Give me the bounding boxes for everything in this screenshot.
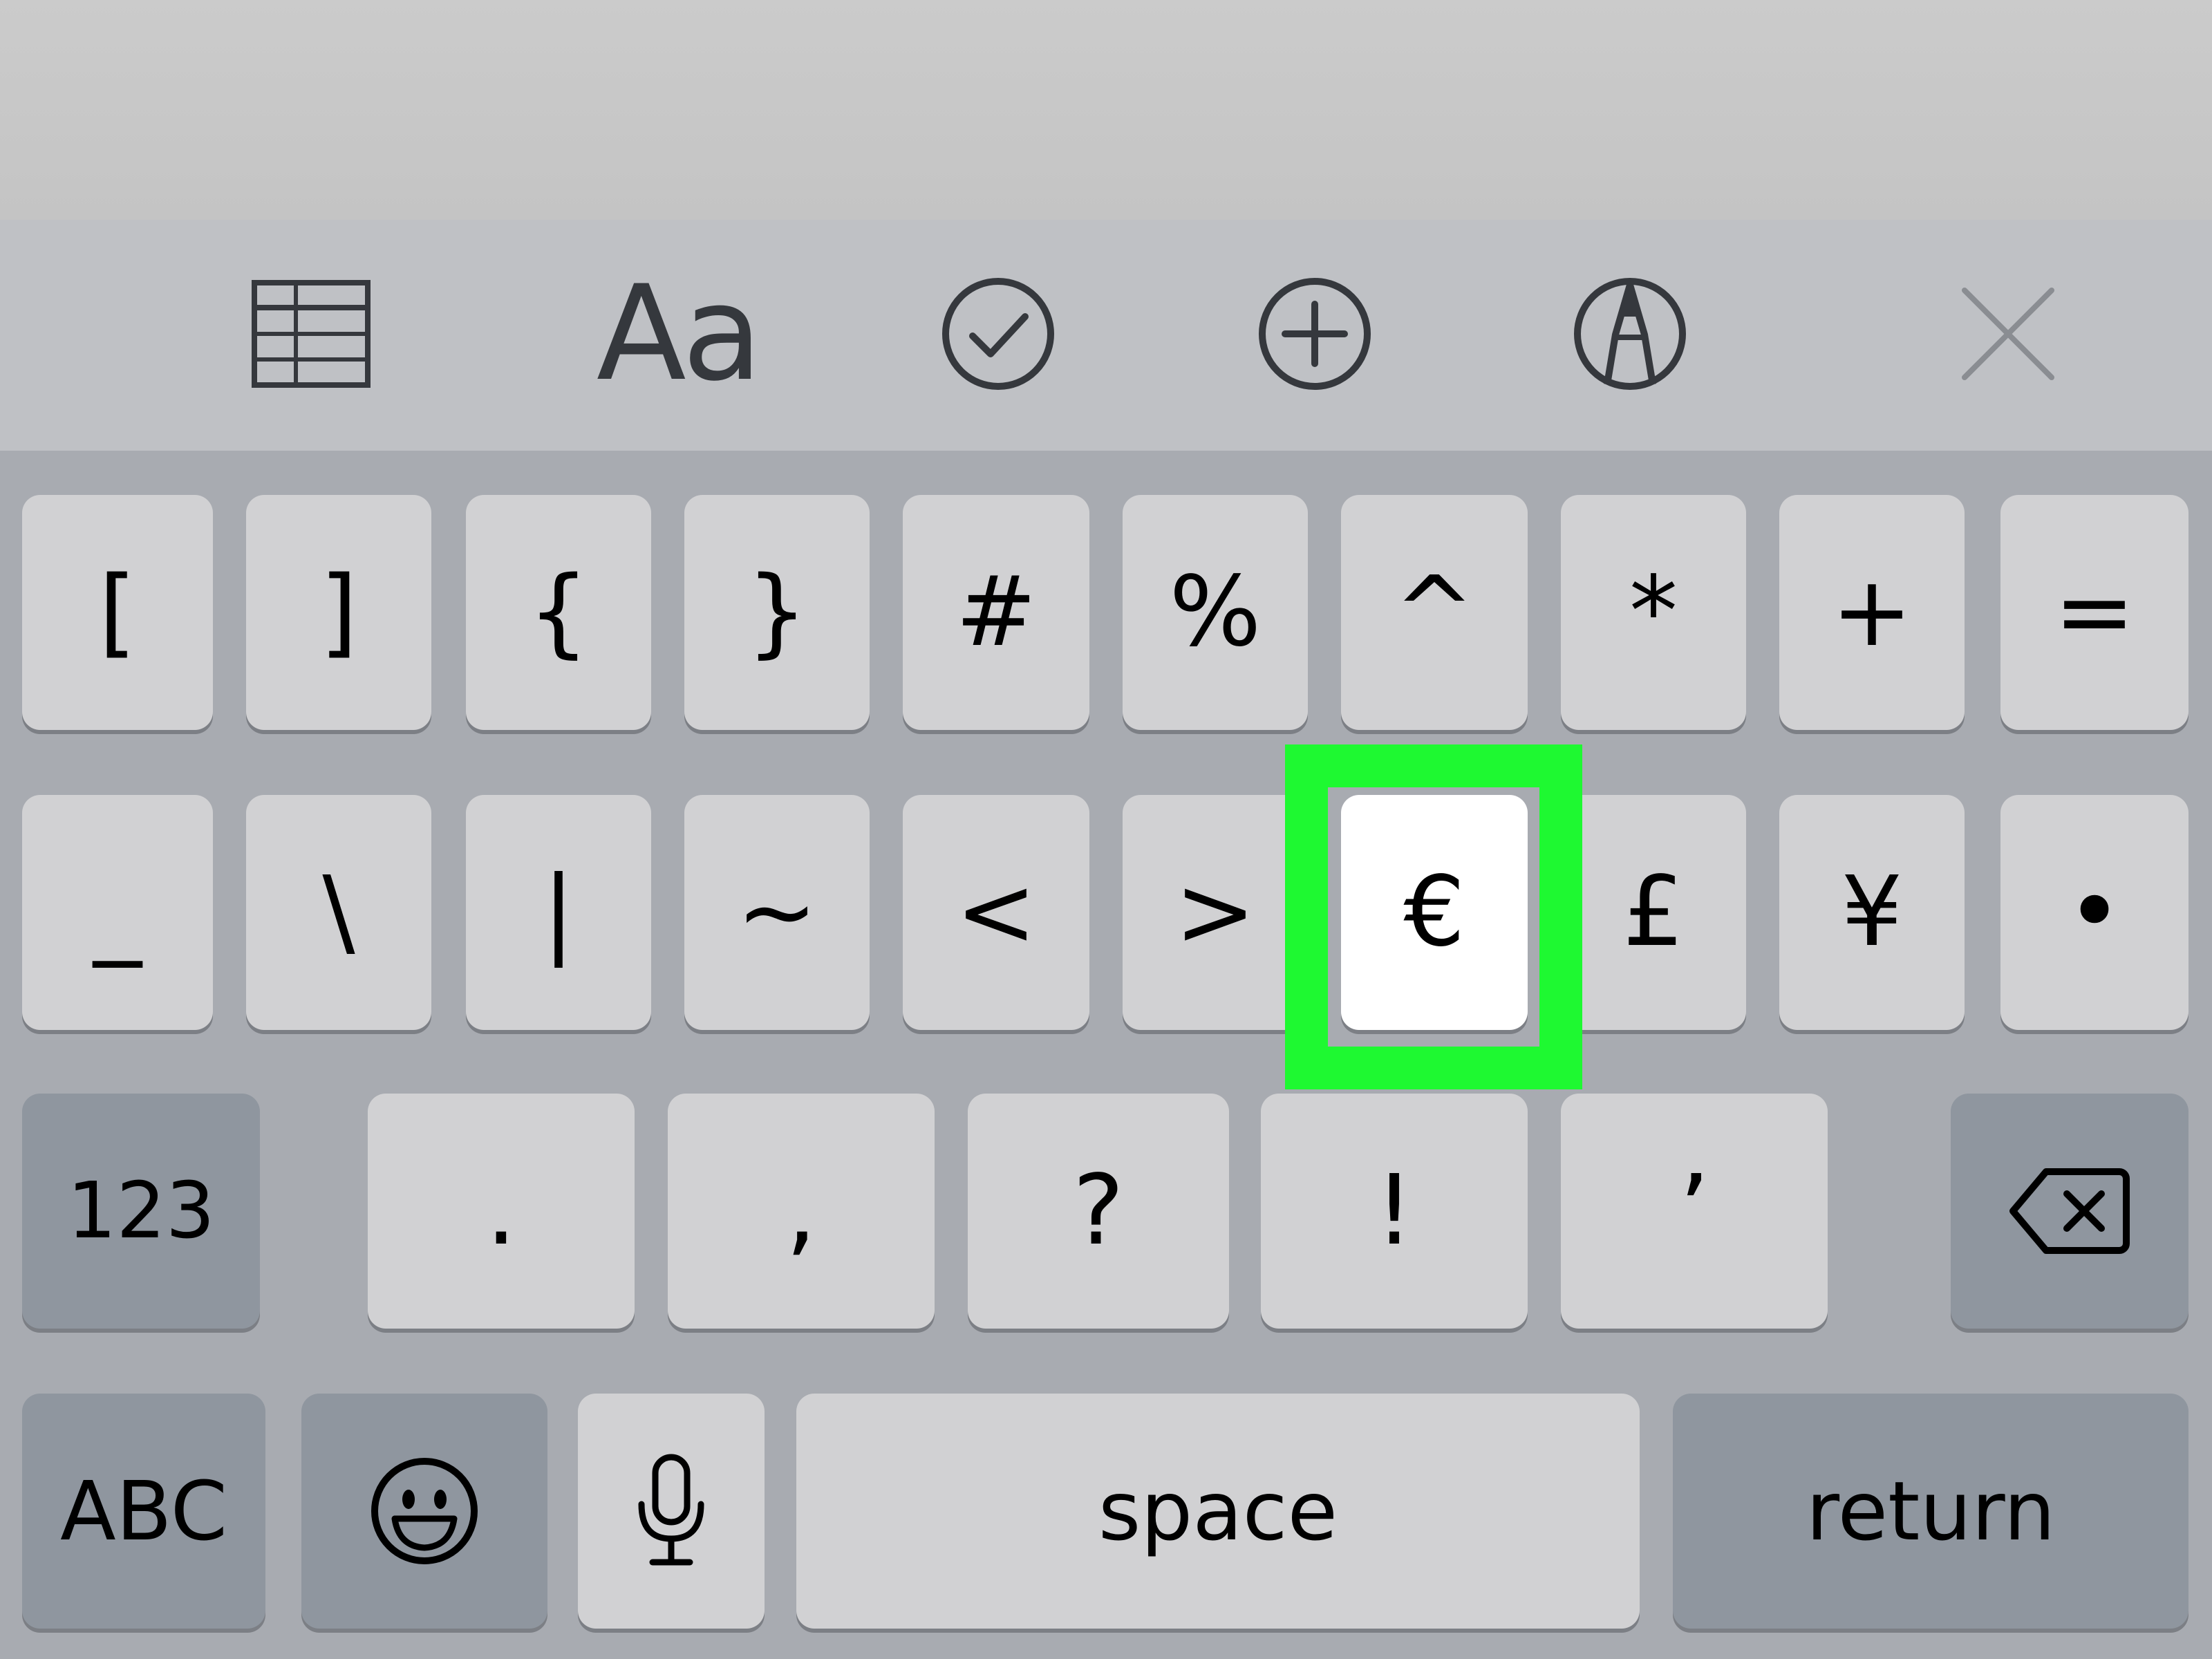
key-yen[interactable]: ¥ (1779, 795, 1965, 1030)
key-exclamation[interactable]: ! (1261, 1094, 1528, 1329)
insert-icon[interactable] (1246, 275, 1384, 393)
key-question[interactable]: ? (968, 1094, 1229, 1329)
key-greater-than[interactable]: > (1123, 795, 1308, 1030)
key-underscore[interactable]: _ (22, 795, 213, 1030)
text-format-icon: Aa (596, 257, 762, 410)
key-asterisk[interactable]: * (1561, 495, 1746, 730)
key-comma[interactable]: , (668, 1094, 935, 1329)
key-backslash[interactable]: \ (246, 795, 431, 1030)
space-key[interactable]: space (796, 1394, 1640, 1629)
key-tilde[interactable]: ~ (684, 795, 870, 1030)
delete-key[interactable] (1951, 1094, 2188, 1329)
key-less-than[interactable]: < (903, 795, 1089, 1030)
key-hash[interactable]: # (903, 495, 1089, 730)
microphone-icon (638, 1454, 704, 1566)
key-left-bracket[interactable]: [ (22, 495, 213, 730)
table-icon[interactable] (242, 275, 380, 393)
key-pound[interactable]: £ (1561, 795, 1746, 1030)
key-period[interactable]: . (368, 1094, 635, 1329)
letters-mode-key[interactable]: ABC (22, 1394, 265, 1629)
dictation-key[interactable] (578, 1394, 765, 1629)
emoji-key[interactable] (301, 1394, 547, 1629)
key-euro[interactable]: € (1341, 795, 1528, 1030)
key-apostrophe[interactable]: ’ (1561, 1094, 1828, 1329)
emoji-icon (371, 1458, 478, 1564)
key-right-bracket[interactable]: ] (246, 495, 431, 730)
numbers-mode-key[interactable]: 123 (22, 1094, 260, 1329)
key-right-brace[interactable]: } (684, 495, 870, 730)
close-icon[interactable] (1939, 275, 2077, 393)
key-percent[interactable]: % (1123, 495, 1308, 730)
key-left-brace[interactable]: { (466, 495, 651, 730)
markup-icon[interactable] (1561, 275, 1699, 393)
key-equals[interactable]: = (2000, 495, 2188, 730)
note-content-area (0, 0, 2212, 220)
key-pipe[interactable]: | (466, 795, 651, 1030)
key-bullet[interactable]: • (2000, 795, 2188, 1030)
checklist-icon[interactable] (929, 275, 1067, 393)
key-caret[interactable]: ^ (1341, 495, 1528, 730)
delete-icon (2009, 1168, 2130, 1254)
key-plus[interactable]: + (1779, 495, 1965, 730)
text-format-button[interactable]: Aa (594, 268, 762, 400)
return-key[interactable]: return (1673, 1394, 2188, 1629)
